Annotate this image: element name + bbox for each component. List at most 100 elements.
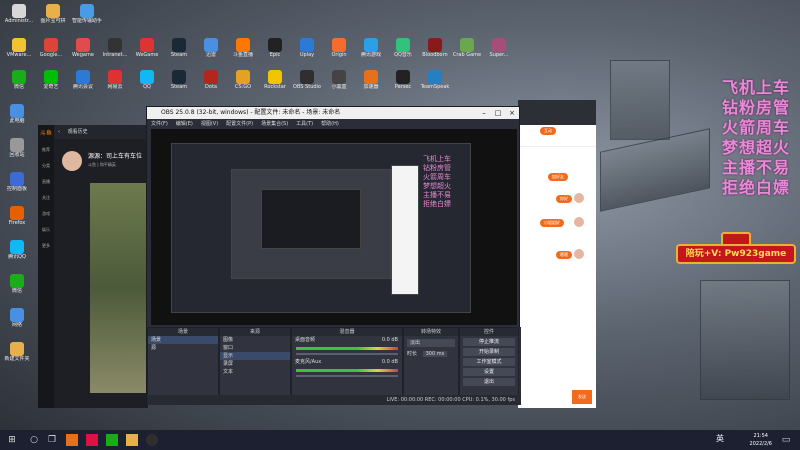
control-button[interactable]: 开始录制 bbox=[463, 348, 515, 356]
douyu-nav-item[interactable]: 推荐 bbox=[38, 147, 54, 153]
desktop-icon[interactable]: 控制面板 bbox=[2, 172, 32, 202]
desktop-icon[interactable]: WeGame bbox=[132, 38, 162, 68]
volume-slider[interactable] bbox=[296, 375, 398, 377]
source-item[interactable]: 显示 bbox=[220, 352, 290, 360]
douyu-app-window[interactable]: 斗鱼 推荐 分类 直播 关注 游戏 娱乐 更多 ‹ 观看历史 源源：司上车有车位 斗鱼 | … bbox=[38, 125, 148, 408]
desktop-icon[interactable]: Super... bbox=[484, 38, 514, 68]
obs-menu-item[interactable]: 帮助(H) bbox=[321, 121, 339, 127]
obs-menu-item[interactable]: 视图(V) bbox=[201, 121, 218, 127]
desktop-icon[interactable]: 网易云 bbox=[100, 70, 130, 100]
desktop-icon[interactable]: Uplay bbox=[292, 38, 322, 68]
obs-taskbar-icon[interactable] bbox=[146, 434, 158, 446]
control-button[interactable]: 退出 bbox=[463, 378, 515, 386]
desktop-icon[interactable]: 小黑盒 bbox=[324, 70, 354, 100]
desktop-icon[interactable]: 回收站 bbox=[2, 138, 32, 168]
desktop-icon[interactable]: Intranet... bbox=[100, 38, 130, 68]
desktop-icon[interactable]: 加速器 bbox=[356, 70, 386, 100]
obs-menu-item[interactable]: 场景集合(S) bbox=[261, 121, 288, 127]
obs-window[interactable]: OBS 25.0.8 (32-bit, windows) - 配置文件: 未命名… bbox=[146, 106, 521, 405]
desktop-icon[interactable]: CS:GO bbox=[228, 70, 258, 100]
desktop-icon[interactable]: Rockstar bbox=[260, 70, 290, 100]
control-button[interactable]: 设置 bbox=[463, 368, 515, 376]
desktop-icon[interactable]: 智能传输助手 bbox=[72, 4, 102, 34]
desktop-icon[interactable]: 腾讯游戏 bbox=[356, 38, 386, 68]
desktop-icon[interactable]: Steam bbox=[164, 38, 194, 68]
desktop-icon[interactable]: Administr... bbox=[4, 4, 34, 34]
stream-video[interactable] bbox=[90, 183, 148, 393]
desktop-icon[interactable]: 此电脑 bbox=[2, 104, 32, 134]
source-item[interactable]: 窗口 bbox=[220, 344, 290, 352]
transition-select[interactable]: 淡出 bbox=[407, 339, 455, 347]
task-view-icon[interactable]: ❐ bbox=[46, 434, 58, 446]
desktop-icon[interactable]: Google... bbox=[36, 38, 66, 68]
desktop-icon[interactable]: Epic bbox=[260, 38, 290, 68]
desktop-icon[interactable]: TeamSpeak bbox=[420, 70, 450, 100]
desktop-icon[interactable]: QQ bbox=[132, 70, 162, 100]
app-icon bbox=[268, 38, 282, 52]
volume-slider[interactable] bbox=[296, 353, 398, 355]
desktop-icon[interactable]: 微信 bbox=[4, 70, 34, 100]
desktop-icon[interactable]: Origin bbox=[324, 38, 354, 68]
input-language[interactable]: 英 bbox=[716, 433, 724, 444]
desktop-icon[interactable]: 爱奇艺 bbox=[36, 70, 66, 100]
desktop-icon[interactable]: Steam bbox=[164, 70, 194, 100]
source-item[interactable]: 文本 bbox=[220, 368, 290, 376]
desktop-icon-label: 腾讯QQ bbox=[8, 254, 26, 260]
desktop-icon[interactable]: Firefox bbox=[2, 206, 32, 236]
desktop-icon[interactable]: 腾讯QQ bbox=[2, 240, 32, 270]
windows-start-icon[interactable]: ⊞ bbox=[6, 434, 18, 446]
scene-item[interactable]: 场景 bbox=[148, 336, 218, 344]
duration-input[interactable]: 300 ms bbox=[422, 351, 448, 357]
streamer-avatar[interactable] bbox=[62, 151, 82, 171]
search-icon[interactable]: ○ bbox=[28, 434, 40, 446]
desktop-icon[interactable]: 新建文件夹 bbox=[2, 342, 32, 372]
chat-tag[interactable]: 互动 bbox=[540, 127, 556, 135]
obs-preview[interactable]: 飞机上车 钻粉房管 火箭周车 梦想超火 主播不易 拒绝白嫖 bbox=[151, 129, 517, 325]
obs-menu-item[interactable]: 文件(F) bbox=[151, 121, 168, 127]
desktop-icon[interactable]: 斗鱼直播 bbox=[228, 38, 258, 68]
send-button[interactable]: 发送 bbox=[572, 390, 592, 404]
douyu-nav-item[interactable]: 直播 bbox=[38, 179, 54, 185]
chat-window[interactable]: 互动 加好友 你好 小姐姐好 嗯嗯 发送 bbox=[518, 125, 596, 408]
douyu-nav-item[interactable]: 分类 bbox=[38, 163, 54, 169]
source-item[interactable]: 图像 bbox=[220, 336, 290, 344]
taskbar-app-icon[interactable] bbox=[126, 434, 138, 446]
notification-icon[interactable]: ▭ bbox=[780, 434, 792, 446]
desktop-icon[interactable]: 迅雷 bbox=[196, 38, 226, 68]
douyu-nav-item[interactable]: 游戏 bbox=[38, 211, 54, 217]
douyu-nav-item[interactable]: 关注 bbox=[38, 195, 54, 201]
taskbar-app-icon[interactable] bbox=[86, 434, 98, 446]
desktop-icon[interactable]: Bloodborn bbox=[420, 38, 450, 68]
desktop-icon-label: Firefox bbox=[8, 220, 26, 226]
douyu-nav-item[interactable]: 娱乐 bbox=[38, 227, 54, 233]
obs-menu-item[interactable]: 配置文件(P) bbox=[226, 121, 253, 127]
desktop-icon[interactable]: Crab Game bbox=[452, 38, 482, 68]
close-icon[interactable]: × bbox=[505, 107, 519, 119]
obs-menu-item[interactable]: 编辑(E) bbox=[176, 121, 193, 127]
system-clock[interactable]: 21:54 2022/2/6 bbox=[750, 432, 772, 448]
taskbar-app-icon[interactable] bbox=[66, 434, 78, 446]
control-button[interactable]: 工作室模式 bbox=[463, 358, 515, 366]
desktop-icon[interactable]: VMware... bbox=[4, 38, 34, 68]
mixer-channel-value: 0.0 dB bbox=[381, 337, 398, 343]
taskbar-app-icon[interactable] bbox=[106, 434, 118, 446]
desktop-icon[interactable]: 微信 bbox=[2, 274, 32, 304]
maximize-icon[interactable]: □ bbox=[491, 107, 505, 119]
nav-title[interactable]: 观看历史 bbox=[68, 129, 88, 135]
scene-item[interactable]: 源 bbox=[148, 344, 218, 352]
add-friend-button[interactable]: 加好友 bbox=[548, 173, 568, 181]
back-icon[interactable]: ‹ bbox=[58, 129, 60, 135]
desktop-icon[interactable]: Parsec bbox=[388, 70, 418, 100]
obs-menu-item[interactable]: 工具(T) bbox=[296, 121, 313, 127]
desktop-icon[interactable]: QQ音乐 bbox=[388, 38, 418, 68]
desktop-icon[interactable]: 图片宝可拼 bbox=[38, 4, 68, 34]
douyu-nav-item[interactable]: 更多 bbox=[38, 243, 54, 249]
desktop-icon[interactable]: OBS Studio bbox=[292, 70, 322, 100]
minimize-icon[interactable]: – bbox=[477, 107, 491, 119]
desktop-icon[interactable]: Dota bbox=[196, 70, 226, 100]
desktop-icon[interactable]: 网络 bbox=[2, 308, 32, 338]
desktop-icon[interactable]: 腾讯会议 bbox=[68, 70, 98, 100]
source-item[interactable]: 录屏 bbox=[220, 360, 290, 368]
control-button[interactable]: 停止推流 bbox=[463, 338, 515, 346]
desktop-icon[interactable]: Wegame bbox=[68, 38, 98, 68]
